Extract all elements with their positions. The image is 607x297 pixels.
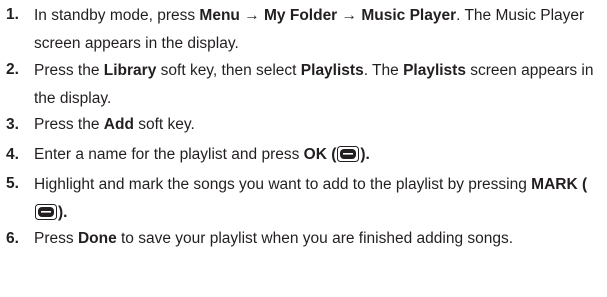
- paren-close: ).: [360, 146, 370, 163]
- playlists-screen-label: Playlists: [403, 62, 466, 79]
- playlists-label: Playlists: [300, 62, 364, 79]
- add-label: Add: [103, 116, 134, 133]
- my-folder-label: My Folder: [264, 7, 338, 24]
- library-label: Library: [103, 62, 157, 79]
- step-text-part: . The: [363, 62, 404, 79]
- step-text-part: soft key, then select: [156, 62, 301, 79]
- menu-label: Menu: [199, 7, 240, 24]
- step-text-part: Press the: [34, 116, 104, 133]
- step-text-part: Highlight and mark the songs you want to…: [34, 176, 532, 193]
- step-text: Press Done to save your playlist when yo…: [34, 226, 604, 252]
- step-number: 3.: [6, 116, 19, 133]
- step-text-part: Press the: [34, 62, 104, 79]
- step-number: 5.: [6, 175, 19, 192]
- step-number: 4.: [6, 146, 19, 163]
- step-text-part: to save your playlist when you are finis…: [116, 230, 514, 247]
- step-text-part: In standby mode, press: [34, 7, 200, 24]
- arrow-glyph: →: [239, 7, 265, 24]
- step-text: Press the Add soft key.: [34, 112, 604, 138]
- step-text-part: soft key.: [133, 116, 195, 133]
- step-number: 6.: [6, 230, 19, 247]
- ok-key-icon: [337, 146, 360, 162]
- step-text-part: Press: [34, 230, 78, 247]
- step-text: Highlight and mark the songs you want to…: [34, 171, 604, 227]
- done-label: Done: [77, 230, 117, 247]
- paren-open: (: [326, 146, 337, 163]
- step-number: 1.: [6, 6, 19, 23]
- paren-open: (: [577, 176, 588, 193]
- music-player-label: Music Player: [361, 7, 457, 24]
- step-text: In standby mode, press Menu → My Folder …: [34, 2, 604, 58]
- ok-key-icon: [35, 204, 57, 220]
- step-text-part: Enter a name for the playlist and press: [34, 146, 304, 163]
- arrow-glyph: →: [337, 7, 362, 24]
- mark-label: MARK: [531, 176, 578, 193]
- paren-close: ).: [58, 204, 68, 221]
- step-number: 2.: [6, 61, 19, 78]
- ok-label: OK: [303, 146, 327, 163]
- step-text: Enter a name for the playlist and press …: [34, 142, 604, 168]
- step-text: Press the Library soft key, then select …: [34, 57, 604, 113]
